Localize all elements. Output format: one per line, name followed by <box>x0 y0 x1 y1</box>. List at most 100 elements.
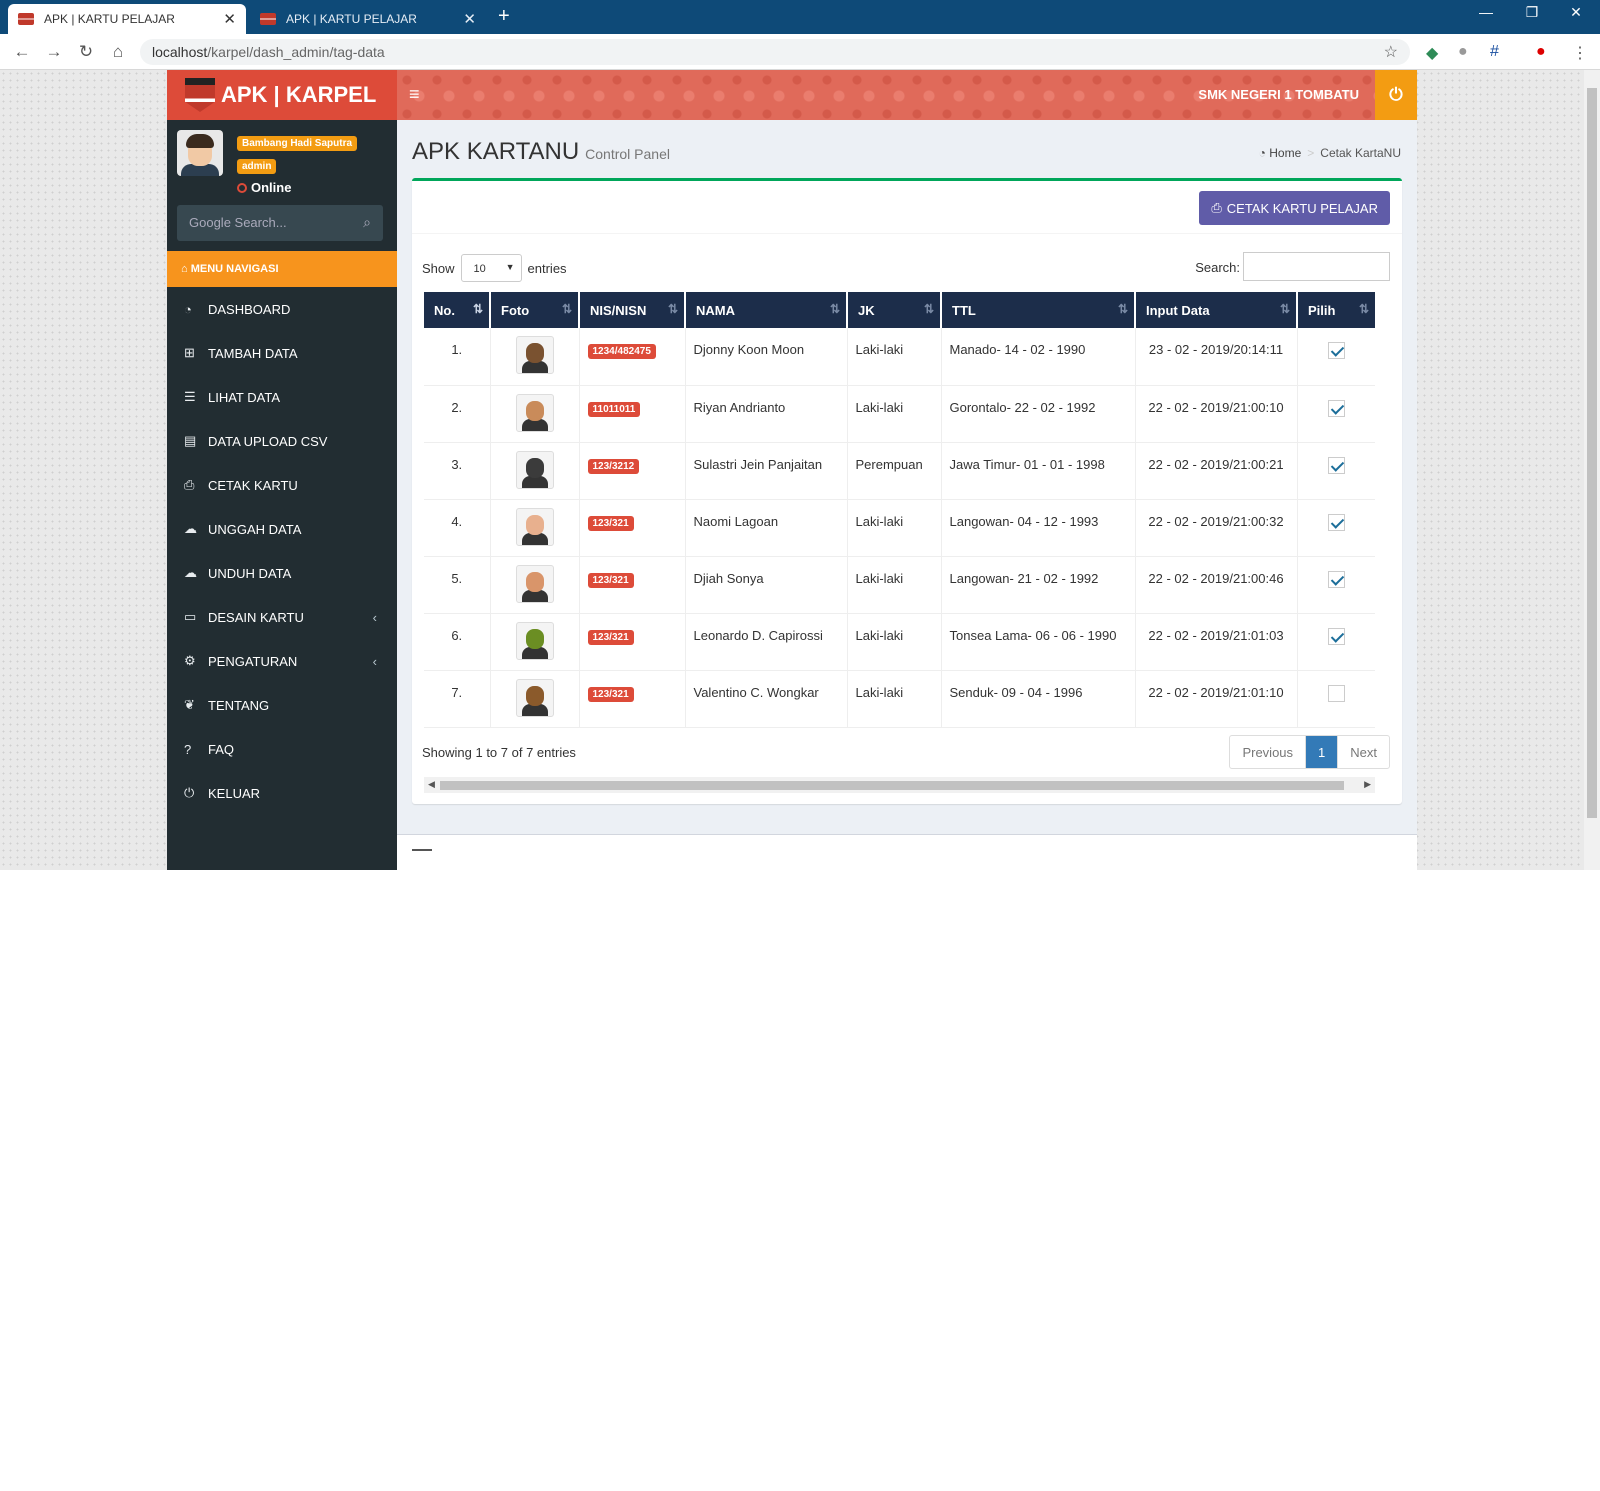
close-tab-icon[interactable]: ✕ <box>463 10 476 28</box>
sidebar-item-keluar[interactable]: ⏻ KELUAR <box>167 771 397 815</box>
browser-menu-icon[interactable]: ⋮ <box>1572 43 1588 63</box>
column-header-foto[interactable]: Foto ⇅ <box>490 292 580 328</box>
select-checkbox[interactable] <box>1327 570 1345 588</box>
cell-no: 7. <box>424 670 491 728</box>
nis-label: 123/321 <box>587 686 634 702</box>
sidebar-item-label: DESAIN KARTU <box>208 609 304 625</box>
sidebar-toggle-icon[interactable]: ≡ <box>409 84 420 105</box>
horizontal-scrollbar[interactable]: ◀ ▶ <box>424 777 1375 793</box>
logout-power-icon[interactable]: ⏻ <box>1375 70 1417 120</box>
column-header-nis[interactable]: NIS/NISN ⇅ <box>579 292 686 328</box>
table-row: 3. 123/3212 Sulastri Jein Panjaitan Perempu… <box>424 442 1375 500</box>
cell-foto <box>490 328 580 386</box>
entries-select-value: 10 <box>473 263 486 275</box>
column-header-ttl[interactable]: TTL ⇅ <box>941 292 1136 328</box>
student-photo <box>515 393 554 432</box>
cell-input-data: 22 - 02 - 2019/21:00:21 <box>1135 442 1298 500</box>
cell-ttl: Langowan- 04 - 12 - 1993 <box>941 499 1136 557</box>
cell-pilih <box>1297 385 1375 443</box>
nis-label: 123/321 <box>587 515 634 531</box>
sidebar-item-unggah-data[interactable]: ☁ UNGGAH DATA <box>167 507 397 551</box>
sidebar-item-faq[interactable]: ? FAQ <box>167 727 397 771</box>
column-header-label: Foto <box>501 302 530 318</box>
sidebar-item-lihat-data[interactable]: ☰ LIHAT DATA <box>167 375 397 419</box>
select-checkbox[interactable] <box>1327 627 1345 645</box>
sidebar-item-desain-kartu[interactable]: ▭ DESAIN KARTU ‹ <box>167 595 397 639</box>
table-row: 1. 1234/482475 Djonny Koon Moon Laki-laki Ma… <box>424 328 1375 386</box>
reload-icon[interactable]: ↻ <box>70 42 102 62</box>
extension-world-icon[interactable]: ● <box>1458 43 1468 61</box>
search-icon[interactable]: ⌕ <box>363 214 371 231</box>
table-search-input[interactable] <box>1243 252 1390 281</box>
new-tab-icon[interactable]: + <box>498 5 510 28</box>
close-tab-icon[interactable]: ✕ <box>223 10 236 28</box>
page-title-text: APK KARTANU <box>412 138 580 165</box>
column-header-nama[interactable]: NAMA ⇅ <box>685 292 848 328</box>
select-checkbox[interactable] <box>1327 399 1345 417</box>
cell-pilih <box>1297 670 1375 728</box>
home-icon: ⌂ <box>181 263 191 275</box>
sidebar-item-tentang[interactable]: ❦ TENTANG <box>167 683 397 727</box>
forward-icon[interactable]: → <box>38 42 70 62</box>
select-checkbox[interactable] <box>1327 513 1345 531</box>
page-1-button[interactable]: 1 <box>1306 736 1339 768</box>
address-bar[interactable]: i localhost /karpel/dash_admin/tag-data … <box>140 39 1410 617</box>
sidebar-item-label: TAMBAH DATA <box>208 345 298 361</box>
table-icon: ▤ <box>184 433 197 448</box>
extension-grid-icon[interactable]: # <box>1490 43 1499 61</box>
column-header-label: Input Data <box>1146 302 1210 318</box>
minimize-icon[interactable]: — <box>1466 4 1506 20</box>
browser-tab-active[interactable]: APK | KARTU PELAJAR ✕ <box>8 4 246 34</box>
cell-foto <box>490 613 580 671</box>
column-header-no[interactable]: No. ⇅ <box>424 292 491 328</box>
sort-icon: ⇅ <box>667 302 678 316</box>
print-card-button[interactable]: ⎙ CETAK KARTU PELAJAR <box>1199 191 1390 225</box>
cell-jk: Laki-laki <box>847 385 942 443</box>
entries-select[interactable]: 10 ▼ <box>460 254 522 282</box>
cell-no: 4. <box>424 499 491 557</box>
cell-foto <box>490 442 580 500</box>
column-header-jk[interactable]: JK ⇅ <box>847 292 942 328</box>
sidebar-item-pengaturan[interactable]: ⚙ PENGATURAN ‹ <box>167 639 397 683</box>
close-window-icon[interactable]: ✕ <box>1556 4 1596 21</box>
select-checkbox[interactable] <box>1327 342 1345 359</box>
sidebar-item-label: UNGGAH DATA <box>208 521 302 537</box>
browser-tab-inactive[interactable]: APK | KARTU PELAJAR ✕ <box>250 4 486 34</box>
restore-icon[interactable]: ❐ <box>1512 4 1552 21</box>
bookmark-star-icon[interactable]: ☆ <box>1384 42 1398 62</box>
sidebar-item-data-upload-csv[interactable]: ▤ DATA UPLOAD CSV <box>167 419 397 463</box>
scroll-right-icon[interactable]: ▶ <box>1364 779 1371 790</box>
cell-pilih <box>1297 613 1375 671</box>
sidebar-search-input[interactable]: Google Search... ⌕ <box>177 205 383 241</box>
scroll-left-icon[interactable]: ◀ <box>428 779 435 790</box>
extension-globe-icon[interactable]: ◆ <box>1426 43 1438 63</box>
sidebar-item-cetak-kartu[interactable]: ⎙ CETAK KARTU <box>167 463 397 507</box>
back-icon[interactable]: ← <box>6 42 38 62</box>
sidebar-item-tambah-data[interactable]: ⊞ TAMBAH DATA <box>167 331 397 375</box>
footer-divider <box>412 849 432 851</box>
breadcrumb: ◔ Home > Cetak KartaNU <box>1259 146 1401 160</box>
cell-nama: Riyan Andrianto <box>685 385 848 443</box>
previous-page-button[interactable]: Previous <box>1230 736 1307 768</box>
cell-pilih <box>1297 442 1375 500</box>
sidebar-item-unduh-data[interactable]: ☁ UNDUH DATA <box>167 551 397 595</box>
scrollbar-thumb[interactable] <box>1587 88 1597 818</box>
cell-jk: Perempuan <box>847 442 942 500</box>
extension-t-icon[interactable]: ● <box>1536 43 1546 61</box>
cell-ttl: Tonsea Lama- 06 - 06 - 1990 <box>941 613 1136 671</box>
vertical-scrollbar[interactable] <box>1584 70 1600 870</box>
entries-label: entries <box>527 260 567 276</box>
cell-nis: 11011011 <box>579 385 686 443</box>
app-logo[interactable]: APK | KARPEL <box>167 70 397 120</box>
select-checkbox[interactable] <box>1327 684 1345 702</box>
column-header-label: NAMA <box>696 302 735 318</box>
select-checkbox[interactable] <box>1327 456 1345 474</box>
column-header-input-data[interactable]: Input Data ⇅ <box>1135 292 1298 328</box>
sidebar-item-dashboard[interactable]: ◔ DASHBOARD <box>167 287 397 331</box>
scrollbar-thumb[interactable] <box>440 781 1344 790</box>
column-header-pilih[interactable]: Pilih ⇅ <box>1297 292 1375 328</box>
next-page-button[interactable]: Next <box>1338 736 1389 768</box>
cell-nis: 1234/482475 <box>579 328 686 386</box>
home-icon[interactable]: ⌂ <box>102 42 134 62</box>
breadcrumb-home[interactable]: Home <box>1269 146 1301 160</box>
